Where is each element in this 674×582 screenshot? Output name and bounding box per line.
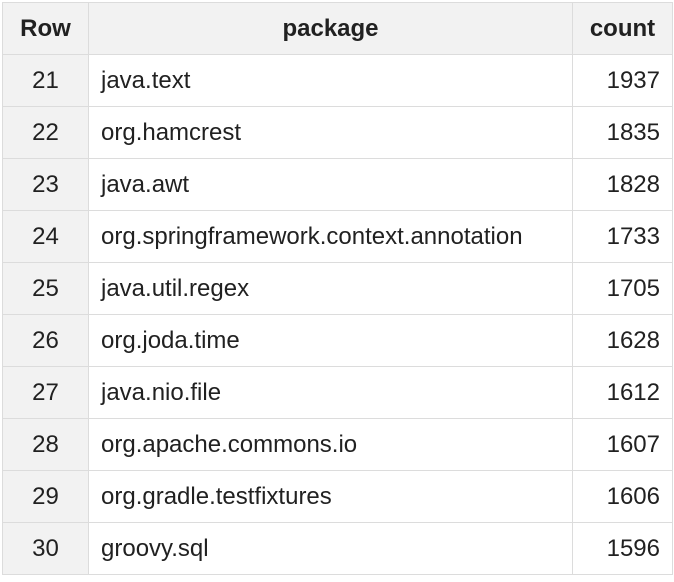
table-body: 21 java.text 1937 22 org.hamcrest 1835 2…: [2, 54, 673, 575]
table-row: 22 org.hamcrest 1835: [2, 106, 673, 159]
row-number-cell: 28: [2, 418, 89, 471]
table-row: 23 java.awt 1828: [2, 158, 673, 211]
table-row: 29 org.gradle.testfixtures 1606: [2, 470, 673, 523]
package-cell: java.util.regex: [88, 262, 573, 315]
count-cell: 1937: [572, 54, 673, 107]
package-cell: java.awt: [88, 158, 573, 211]
row-number-cell: 25: [2, 262, 89, 315]
count-cell: 1606: [572, 470, 673, 523]
header-row: Row package count: [2, 2, 673, 55]
count-cell: 1733: [572, 210, 673, 263]
row-number-cell: 26: [2, 314, 89, 367]
table-row: 27 java.nio.file 1612: [2, 366, 673, 419]
count-cell: 1612: [572, 366, 673, 419]
package-cell: org.gradle.testfixtures: [88, 470, 573, 523]
row-number-cell: 27: [2, 366, 89, 419]
package-cell: java.text: [88, 54, 573, 107]
row-number-cell: 24: [2, 210, 89, 263]
column-header-row[interactable]: Row: [2, 2, 89, 55]
package-cell: java.nio.file: [88, 366, 573, 419]
table-row: 24 org.springframework.context.annotatio…: [2, 210, 673, 263]
column-header-package[interactable]: package: [88, 2, 573, 55]
count-cell: 1596: [572, 522, 673, 575]
row-number-cell: 23: [2, 158, 89, 211]
count-cell: 1835: [572, 106, 673, 159]
results-table: Row package count 21 java.text 1937 22 o…: [2, 2, 673, 575]
row-number-cell: 22: [2, 106, 89, 159]
table-row: 26 org.joda.time 1628: [2, 314, 673, 367]
row-number-cell: 30: [2, 522, 89, 575]
table-row: 30 groovy.sql 1596: [2, 522, 673, 575]
column-header-count[interactable]: count: [572, 2, 673, 55]
row-number-cell: 21: [2, 54, 89, 107]
package-cell: org.joda.time: [88, 314, 573, 367]
count-cell: 1828: [572, 158, 673, 211]
package-cell: org.hamcrest: [88, 106, 573, 159]
table-row: 28 org.apache.commons.io 1607: [2, 418, 673, 471]
count-cell: 1607: [572, 418, 673, 471]
table-row: 25 java.util.regex 1705: [2, 262, 673, 315]
package-cell: groovy.sql: [88, 522, 573, 575]
table-header: Row package count: [2, 2, 673, 55]
package-cell: org.springframework.context.annotation: [88, 210, 573, 263]
count-cell: 1705: [572, 262, 673, 315]
package-cell: org.apache.commons.io: [88, 418, 573, 471]
row-number-cell: 29: [2, 470, 89, 523]
table-row: 21 java.text 1937: [2, 54, 673, 107]
count-cell: 1628: [572, 314, 673, 367]
